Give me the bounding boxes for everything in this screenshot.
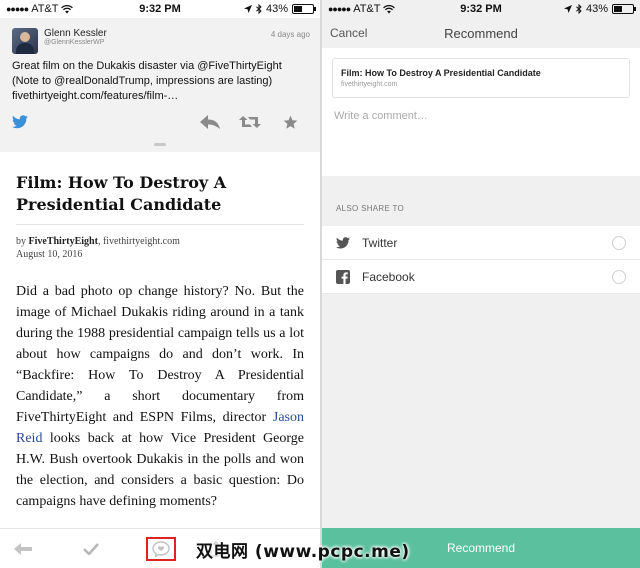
carrier: ●●●●● AT&T [6, 3, 74, 15]
check-icon[interactable] [46, 529, 136, 568]
comment-input[interactable]: Write a comment… [322, 98, 640, 122]
author-name: Glenn Kessler [44, 28, 107, 39]
cancel-button[interactable]: Cancel [330, 26, 367, 40]
body-text: Did a bad photo op change history? No. B… [16, 284, 304, 425]
twitter-radio[interactable] [612, 235, 626, 250]
share-label-twitter: Twitter [362, 235, 398, 250]
share-section-heading: ALSO SHARE TO [336, 204, 405, 213]
highlight-box [146, 536, 176, 561]
tweet-author: Glenn Kessler @GlennKesslerWP [44, 28, 107, 47]
article-title: Film: How To Destroy A Presidential Cand… [16, 172, 304, 225]
article-date: August 10, 2016 [16, 249, 83, 260]
tweet-timestamp: 4 days ago [270, 30, 310, 39]
reply-icon[interactable] [190, 115, 230, 129]
bluetooth-icon [256, 4, 262, 14]
article-meta: by FiveThirtyEight, fivethirtyeight.com … [16, 235, 304, 261]
twitter-icon [336, 236, 350, 248]
share-row-facebook[interactable]: Facebook [322, 260, 640, 294]
retweet-icon[interactable] [230, 115, 270, 129]
recommend-pane: ●●●●● AT&T 9:32 PM 43% Cancel Recommend … [322, 0, 640, 568]
drag-handle[interactable] [154, 143, 166, 146]
article-body: Did a bad photo op change history? No. B… [16, 281, 304, 512]
battery-percent: 43% [265, 3, 288, 15]
link-preview: Film: How To Destroy A Presidential Cand… [332, 58, 630, 98]
status-right: 43% [563, 3, 636, 15]
location-icon [563, 5, 572, 13]
link-title: Film: How To Destroy A Presidential Cand… [341, 68, 541, 78]
compose-area: Film: How To Destroy A Presidential Cand… [322, 48, 640, 176]
author-handle: @GlennKesslerWP [44, 39, 105, 46]
carrier-label: AT&T [31, 3, 59, 15]
battery-percent: 43% [585, 3, 608, 15]
share-label-facebook: Facebook [362, 269, 415, 284]
avatar[interactable] [12, 28, 38, 54]
location-icon [243, 5, 252, 13]
back-icon[interactable] [0, 529, 46, 568]
favorite-icon[interactable] [270, 115, 310, 130]
share-row-twitter[interactable]: Twitter [322, 226, 640, 260]
article-content: Film: How To Destroy A Presidential Cand… [0, 152, 320, 512]
page-title: Recommend [444, 25, 518, 41]
bluetooth-icon [576, 4, 582, 14]
article-pane: ●●●●● AT&T 9:32 PM 43% Glenn Kessler @Gl… [0, 0, 320, 568]
recommend-icon [152, 540, 170, 557]
battery-icon [292, 4, 316, 14]
twitter-icon[interactable] [12, 115, 42, 129]
tweet-text[interactable]: Great film on the Dukakis disaster via @… [12, 59, 310, 104]
wifi-icon [61, 4, 74, 13]
status-bar: ●●●●● AT&T 9:32 PM 43% [0, 0, 320, 18]
recommend-button[interactable] [136, 529, 186, 568]
carrier: ●●●●● AT&T [328, 3, 396, 15]
signal-icon: ●●●●● [328, 4, 351, 14]
article-source: , fivethirtyeight.com [97, 236, 180, 247]
battery-icon [612, 4, 636, 14]
tweet-header: Glenn Kessler @GlennKesslerWP 4 days ago [12, 28, 310, 54]
battery-fill [294, 6, 302, 12]
status-right: 43% [243, 3, 316, 15]
tweet-card[interactable]: Glenn Kessler @GlennKesslerWP 4 days ago… [0, 18, 320, 152]
byline-prefix: by [16, 236, 26, 247]
battery-fill [614, 6, 622, 12]
facebook-icon [336, 269, 350, 284]
tweet-actions [12, 112, 310, 132]
signal-icon: ●●●●● [6, 4, 29, 14]
watermark: 双电网 (www.pcpc.me) [196, 542, 410, 562]
facebook-radio[interactable] [612, 269, 626, 284]
carrier-label: AT&T [353, 3, 381, 15]
link-domain: fivethirtyeight.com [341, 81, 398, 88]
body-text: looks back at how Vice President George … [16, 431, 304, 509]
nav-bar: Cancel Recommend [322, 18, 640, 48]
wifi-icon [383, 4, 396, 13]
status-bar: ●●●●● AT&T 9:32 PM 43% [322, 0, 640, 18]
article-author: FiveThirtyEight [28, 236, 98, 247]
